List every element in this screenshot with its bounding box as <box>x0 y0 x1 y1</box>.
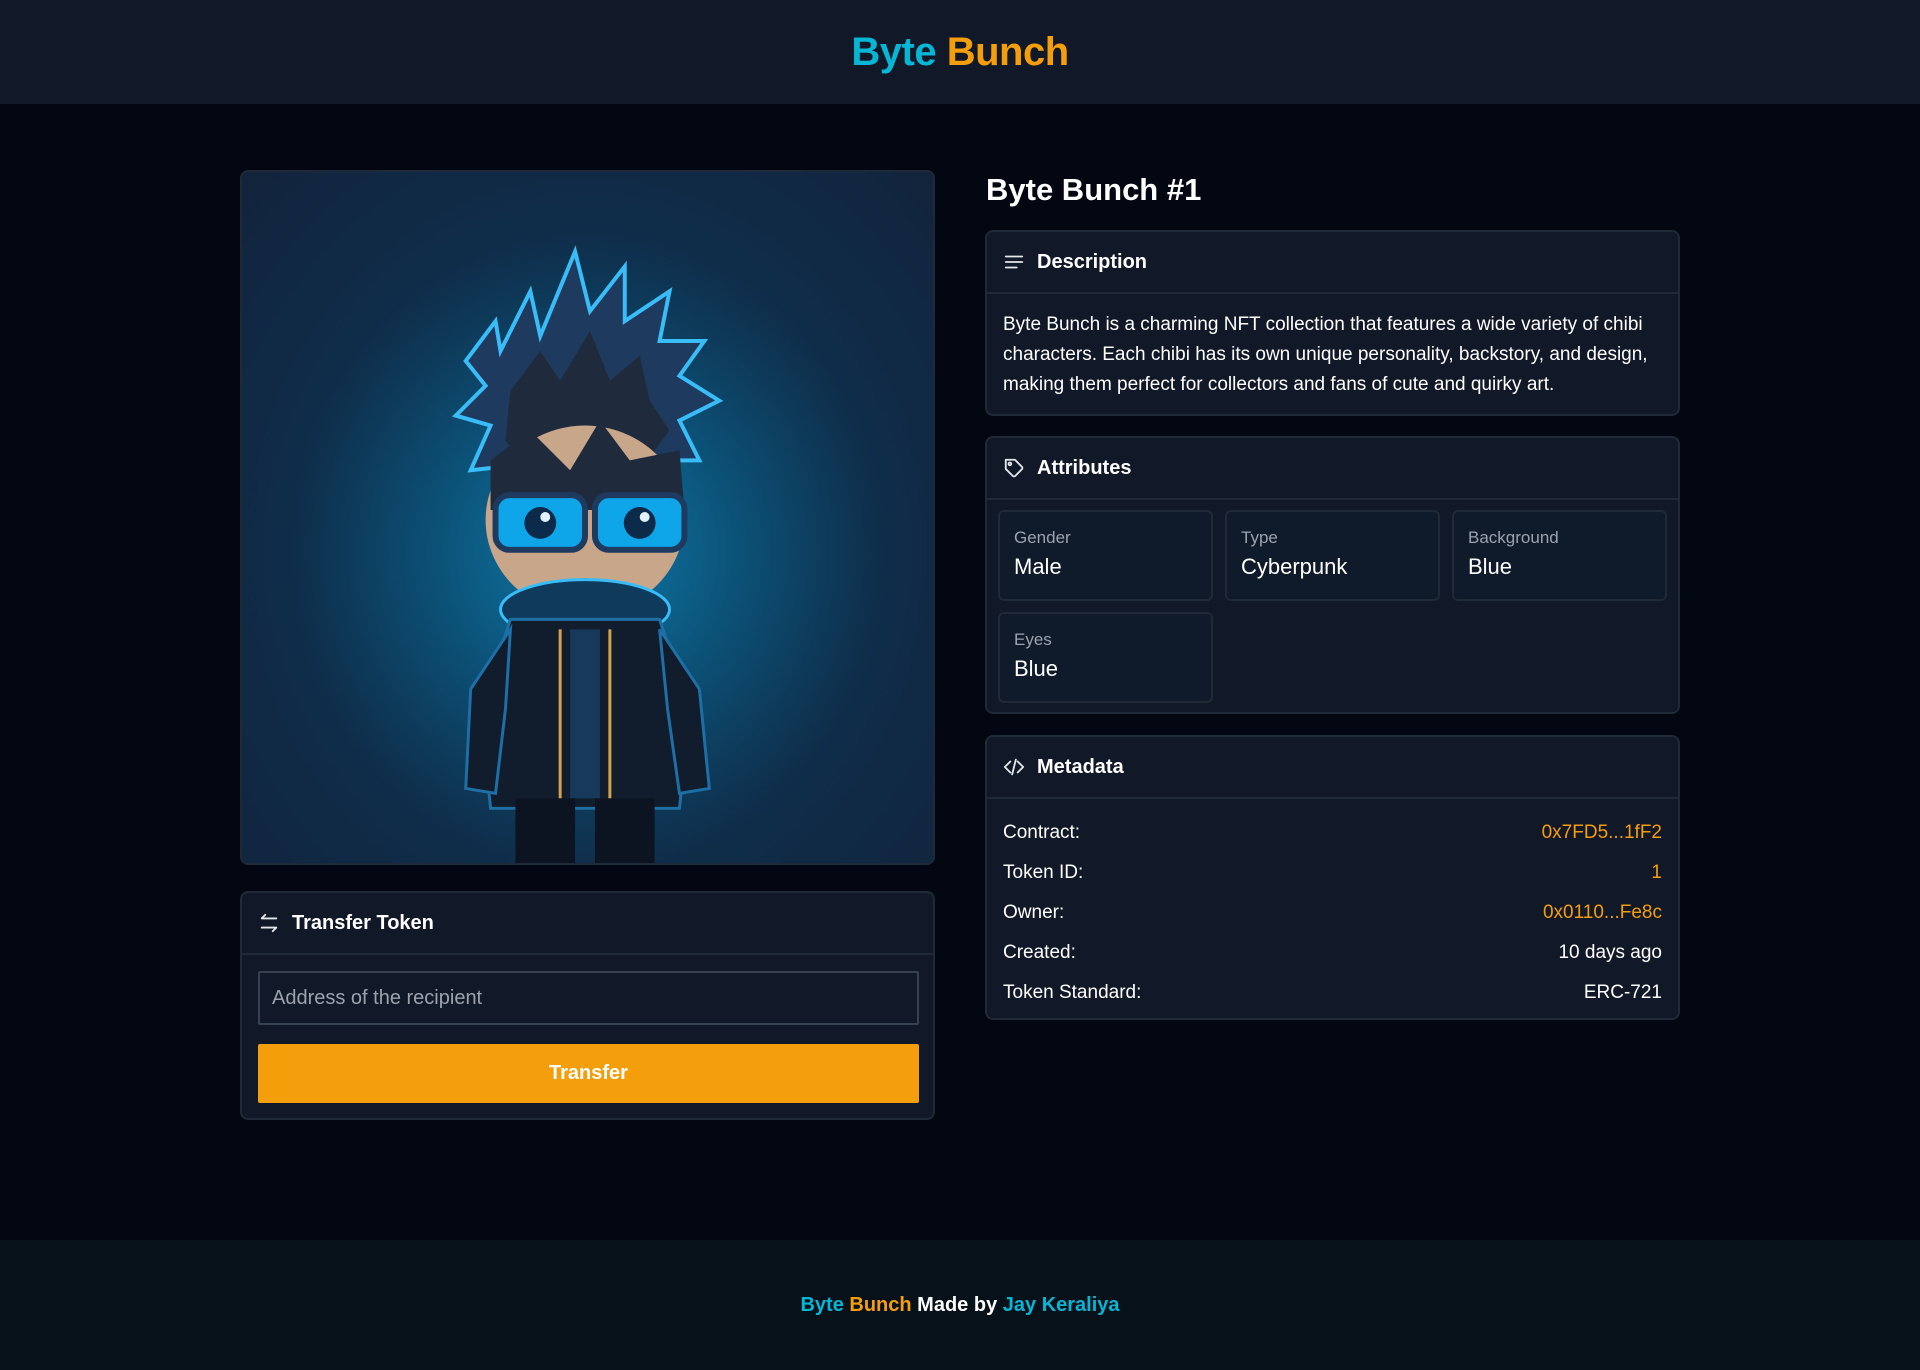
owner-address-link[interactable]: 0x0110...Fe8c <box>1543 902 1662 924</box>
logo-bunch: Bunch <box>946 29 1069 74</box>
attribute-label: Type <box>1241 528 1278 547</box>
metadata-key: Created: <box>1003 942 1076 963</box>
site-logo[interactable]: Byte Bunch <box>851 29 1069 75</box>
metadata-row-token-id: Token ID: 1 <box>1003 853 1662 893</box>
tag-icon <box>1004 458 1024 478</box>
metadata-header: Metadata <box>987 737 1678 799</box>
nft-title: Byte Bunch #1 <box>986 172 1202 207</box>
attribute-eyes: Eyes Blue <box>998 612 1213 703</box>
menu-lines-icon <box>1004 255 1024 269</box>
metadata-key: Owner: <box>1003 902 1065 923</box>
transfer-button[interactable]: Transfer <box>258 1044 919 1103</box>
description-header: Description <box>987 232 1678 294</box>
attribute-value: Cyberpunk <box>1241 554 1348 579</box>
contract-address-link[interactable]: 0x7FD5...1fF2 <box>1542 822 1662 844</box>
description-title: Description <box>1037 250 1148 273</box>
attribute-background: Background Blue <box>1452 510 1667 601</box>
metadata-key: Token Standard: <box>1003 982 1142 1003</box>
description-text: Byte Bunch is a charming NFT collection … <box>1003 314 1648 395</box>
footer-made-by: Made by <box>917 1293 998 1316</box>
description-card: Description Byte Bunch is a charming NFT… <box>985 230 1680 416</box>
token-standard-value: ERC-721 <box>1583 982 1662 1003</box>
nft-image <box>240 170 935 865</box>
metadata-title: Metadata <box>1037 755 1124 778</box>
footer-bunch: Bunch <box>849 1293 912 1316</box>
metadata-row-contract: Contract: 0x7FD5...1fF2 <box>1003 813 1662 853</box>
metadata-key: Contract: <box>1003 822 1081 843</box>
arrows-exchange-icon <box>260 913 278 933</box>
footer-byte: Byte <box>800 1293 844 1316</box>
metadata-row-created: Created: 10 days ago <box>1003 933 1662 973</box>
token-id-link[interactable]: 1 <box>1651 862 1662 884</box>
transfer-card-header: Transfer Token <box>242 893 933 955</box>
author-link[interactable]: Jay Keraliya <box>1003 1294 1120 1317</box>
metadata-rows: Contract: 0x7FD5...1fF2 Token ID: 1 Owne… <box>987 799 1678 1013</box>
attribute-label: Background <box>1468 528 1559 547</box>
attribute-label: Eyes <box>1014 630 1052 649</box>
attributes-title: Attributes <box>1037 456 1132 479</box>
metadata-row-owner: Owner: 0x0110...Fe8c <box>1003 893 1662 933</box>
metadata-key: Token ID: <box>1003 862 1084 883</box>
logo-byte: Byte <box>851 29 937 74</box>
attribute-value: Blue <box>1014 656 1059 681</box>
metadata-card: Metadata Contract: 0x7FD5...1fF2 Token I… <box>985 735 1680 1020</box>
transfer-card-title: Transfer Token <box>292 911 434 934</box>
site-header: Byte Bunch <box>0 0 1920 104</box>
created-value: 10 days ago <box>1558 942 1662 963</box>
attribute-type: Type Cyberpunk <box>1225 510 1440 601</box>
code-icon <box>1003 758 1025 776</box>
attribute-value: Male <box>1014 554 1062 579</box>
attribute-value: Blue <box>1468 554 1513 579</box>
attributes-header: Attributes <box>987 438 1678 500</box>
site-footer: Byte Bunch Made by Jay Keraliya <box>0 1240 1920 1370</box>
transfer-token-card: Transfer Token Transfer <box>240 891 935 1120</box>
attributes-card: Attributes Gender Male Type Cyberpunk Ba… <box>985 436 1680 714</box>
attribute-gender: Gender Male <box>998 510 1213 601</box>
attribute-label: Gender <box>1014 528 1071 547</box>
attributes-grid: Gender Male Type Cyberpunk Background Bl… <box>998 510 1667 703</box>
metadata-row-token-standard: Token Standard: ERC-721 <box>1003 973 1662 1013</box>
recipient-address-input[interactable] <box>258 971 919 1025</box>
